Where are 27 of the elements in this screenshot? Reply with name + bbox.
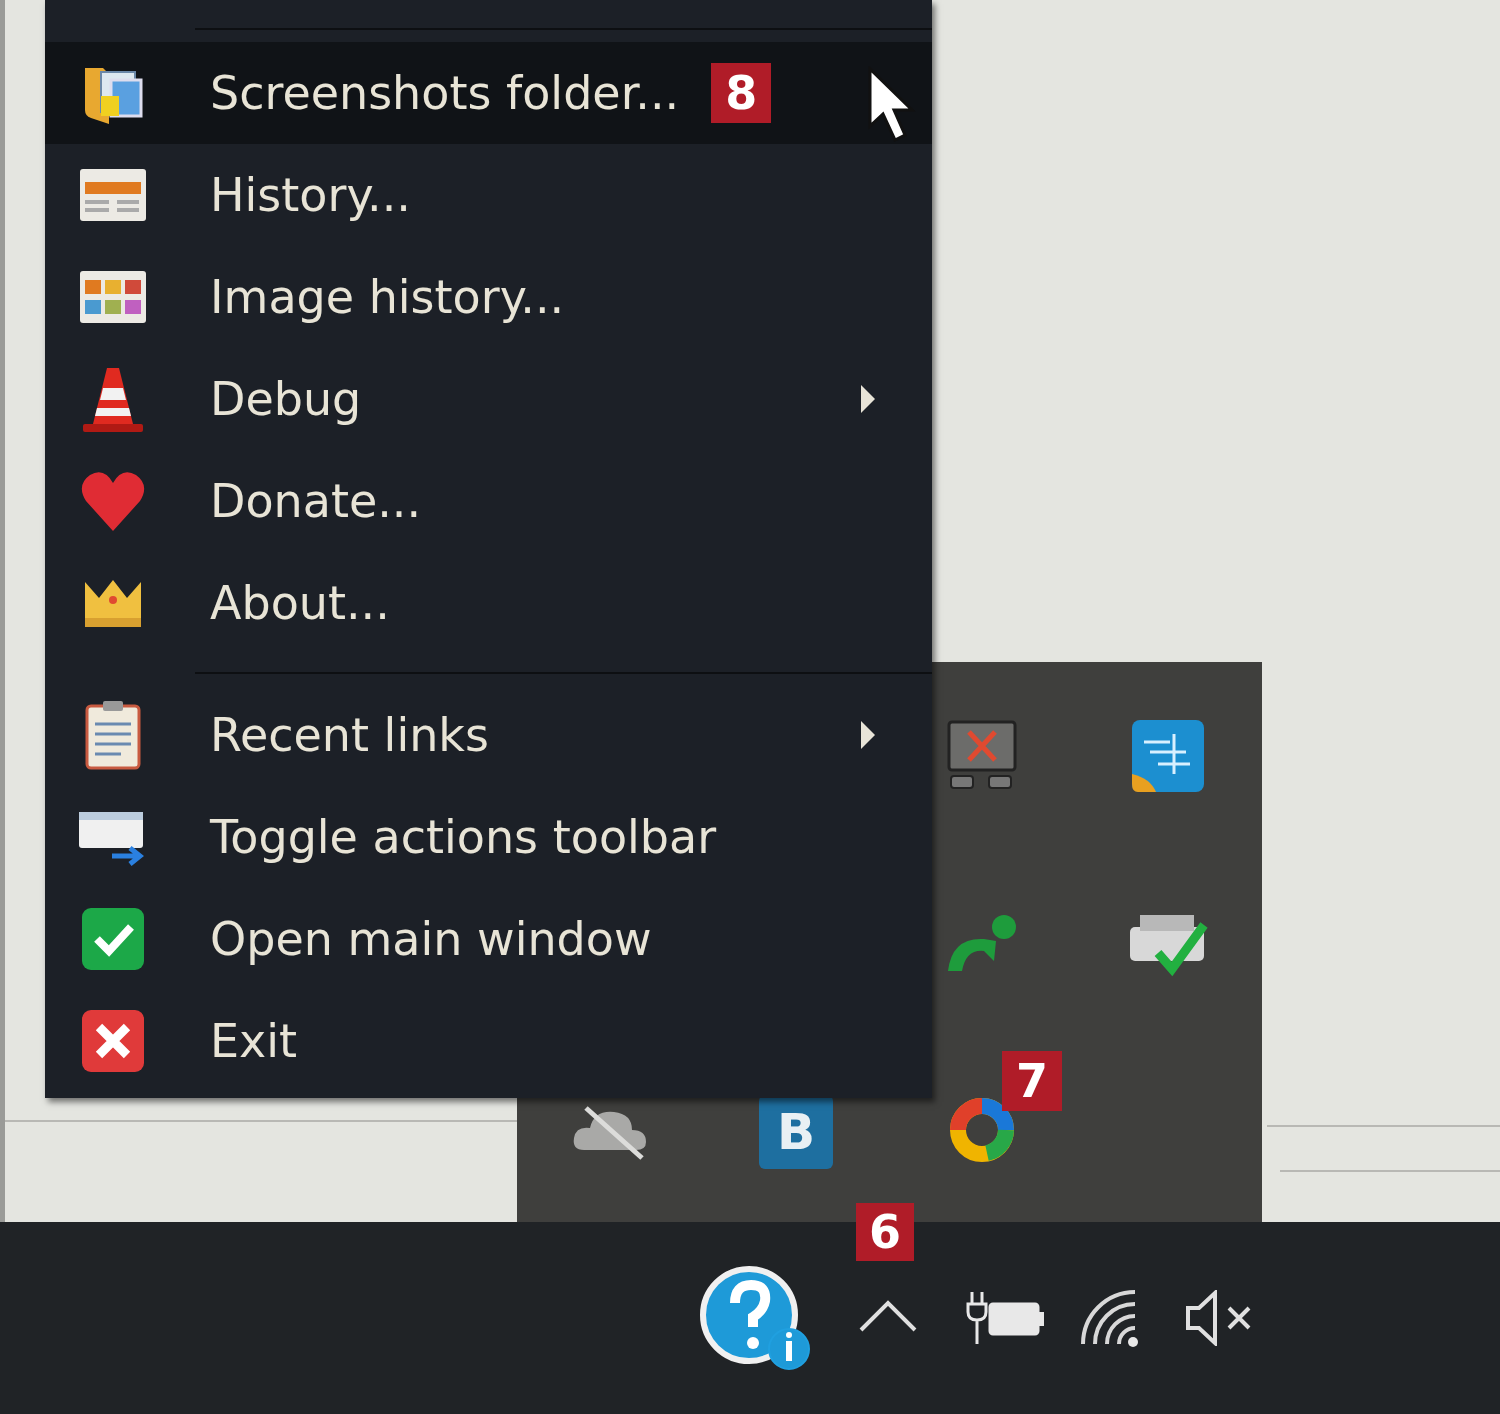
menu-item[interactable]: History... xyxy=(45,144,932,246)
check-icon xyxy=(80,907,145,971)
menu-item[interactable]: Recent links xyxy=(45,684,932,786)
close-icon xyxy=(80,1009,145,1073)
help-icon[interactable] xyxy=(699,1265,811,1371)
cursor-icon xyxy=(867,66,917,144)
menu-item[interactable]: About... xyxy=(45,552,932,654)
menu-item[interactable]: Exit xyxy=(45,990,932,1092)
chip-icon[interactable] xyxy=(1130,718,1206,794)
image-grid-icon xyxy=(78,270,147,324)
clipboard-icon xyxy=(84,700,141,770)
menu-item[interactable]: Open main window xyxy=(45,888,932,990)
app-tray-icon[interactable]: B xyxy=(759,1095,833,1169)
crown-icon xyxy=(82,578,143,628)
number-badge: 7 xyxy=(1002,1051,1062,1111)
list-window-icon xyxy=(78,168,147,222)
chevron-up-icon[interactable] xyxy=(858,1299,918,1333)
menu-item[interactable]: Image history... xyxy=(45,246,932,348)
menu-item[interactable]: Screenshots folder... 8 xyxy=(45,42,932,144)
monitor-x-icon[interactable] xyxy=(947,720,1017,792)
heart-icon xyxy=(79,469,146,533)
number-badge: 8 xyxy=(711,63,772,123)
menu-item[interactable]: Toggle actions toolbar xyxy=(45,786,932,888)
number-badge: 6 xyxy=(856,1203,914,1261)
menu-item[interactable]: Donate... xyxy=(45,450,932,552)
menu-item[interactable]: Debug xyxy=(45,348,932,450)
battery-plug-icon[interactable] xyxy=(966,1290,1046,1346)
